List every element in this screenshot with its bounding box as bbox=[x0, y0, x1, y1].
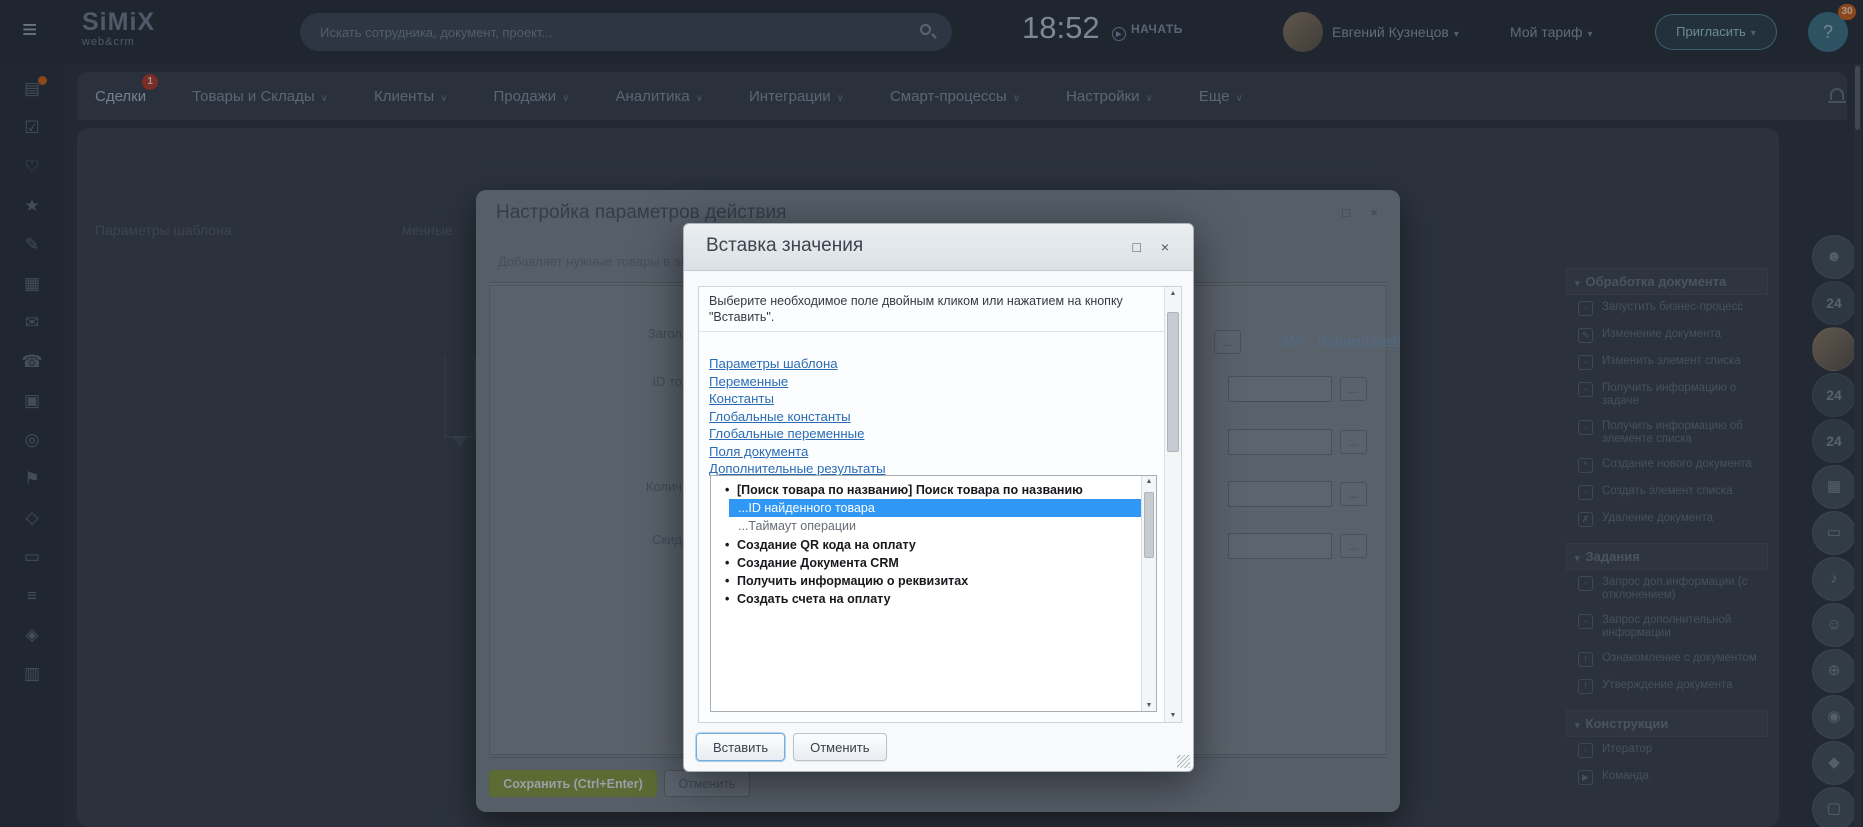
save-button[interactable]: Сохранить (Ctrl+Enter) bbox=[489, 770, 657, 797]
tree-item[interactable]: • Создание Документа CRM bbox=[711, 554, 1143, 572]
bullet-icon: • bbox=[725, 592, 730, 607]
insert-value-panel: Выберите необходимое поле двойным кликом… bbox=[698, 286, 1182, 723]
bullet-icon: • bbox=[725, 483, 730, 497]
instruction-line2: "Вставить". bbox=[709, 310, 775, 324]
instruction-text: Выберите необходимое поле двойным кликом… bbox=[699, 287, 1164, 332]
maximize-icon[interactable]: □ bbox=[1342, 205, 1350, 220]
scroll-down-icon[interactable]: ▼ bbox=[1165, 712, 1181, 719]
more-button[interactable]: ... bbox=[1340, 377, 1367, 401]
comment-link[interactable]: [Комментарий] bbox=[1318, 333, 1400, 347]
modal-title: Вставка значения bbox=[706, 235, 864, 256]
bullet-icon: • bbox=[725, 537, 730, 552]
link-constants[interactable]: Константы bbox=[709, 390, 886, 408]
tree-scrollbar-thumb[interactable] bbox=[1144, 492, 1154, 558]
link-variables[interactable]: Переменные bbox=[709, 373, 886, 391]
link-global-variables[interactable]: Глобальные переменные bbox=[709, 425, 886, 443]
product-id-input[interactable] bbox=[1228, 376, 1332, 402]
bullet-icon: • bbox=[725, 574, 730, 589]
insert-button[interactable]: Вставить bbox=[696, 733, 786, 761]
link-template-params[interactable]: Параметры шаблона bbox=[709, 355, 886, 373]
tree-item[interactable]: • Получить информацию о реквизитах bbox=[711, 572, 1143, 590]
panel-scrollbar-thumb[interactable] bbox=[1167, 312, 1179, 452]
bullet-icon: • bbox=[725, 555, 730, 570]
modal-buttons: Вставить Отменить bbox=[696, 733, 887, 761]
tree-item-selected[interactable]: ...ID найденного товара bbox=[729, 499, 1143, 518]
resize-grip[interactable] bbox=[1177, 755, 1190, 768]
tree-item[interactable]: • Создать счета на оплату bbox=[711, 590, 1143, 608]
link-document-fields[interactable]: Поля документа bbox=[709, 443, 886, 461]
field-label-quantity: Колич bbox=[645, 479, 682, 494]
category-links: Параметры шаблона Переменные Константы Г… bbox=[709, 355, 886, 478]
panel-scrollbar[interactable]: ▲ ▼ bbox=[1164, 287, 1181, 722]
tree-item[interactable]: • Создание QR кода на оплату bbox=[711, 536, 1143, 554]
field-label-product-id: ID то bbox=[652, 374, 682, 389]
id-link[interactable]: [Ид] bbox=[1282, 333, 1304, 347]
results-tree: • [Поиск товара по названию] Поиск товара… bbox=[710, 475, 1157, 712]
close-icon[interactable]: × bbox=[1370, 205, 1378, 220]
field-input[interactable] bbox=[1228, 429, 1332, 455]
instruction-line1: Выберите необходимое поле двойным кликом… bbox=[709, 294, 1123, 308]
close-icon[interactable]: × bbox=[1161, 239, 1169, 255]
scroll-up-icon[interactable]: ▲ bbox=[1165, 290, 1181, 297]
maximize-icon[interactable]: □ bbox=[1133, 239, 1141, 255]
cancel-button[interactable]: Отменить bbox=[793, 733, 887, 761]
action-description: Добавляет нужные товары в элем bbox=[498, 254, 704, 269]
more-button[interactable]: ... bbox=[1340, 482, 1367, 506]
app-stage: ≡ SiMiX web&crm 18:52 ▶НАЧАТЬ Евгений Ку… bbox=[0, 0, 1863, 827]
scroll-up-icon[interactable]: ▲ bbox=[1142, 478, 1156, 485]
tree-scrollbar[interactable]: ▲ ▼ bbox=[1141, 476, 1156, 711]
more-button[interactable]: ... bbox=[1214, 330, 1241, 354]
insert-value-modal: Вставка значения □ × Выберите необходимо… bbox=[683, 223, 1194, 772]
more-button[interactable]: ... bbox=[1340, 430, 1367, 454]
link-global-constants[interactable]: Глобальные константы bbox=[709, 408, 886, 426]
quantity-input[interactable] bbox=[1228, 481, 1332, 507]
field-label-title: Загол bbox=[647, 326, 682, 341]
more-button[interactable]: ... bbox=[1340, 534, 1367, 558]
tree-item[interactable]: ...Таймаут операции bbox=[711, 517, 1143, 535]
dialog-title: Настройка параметров действия bbox=[496, 202, 787, 223]
scroll-down-icon[interactable]: ▼ bbox=[1142, 702, 1156, 709]
field-label-discount: Скид bbox=[652, 532, 682, 547]
tree-rows: • [Поиск товара по названию] Поиск товара… bbox=[711, 481, 1143, 608]
tree-item[interactable]: • [Поиск товара по названию] Поиск товара… bbox=[711, 481, 1143, 499]
cancel-button[interactable]: Отменить bbox=[664, 770, 750, 797]
discount-input[interactable] bbox=[1228, 533, 1332, 559]
